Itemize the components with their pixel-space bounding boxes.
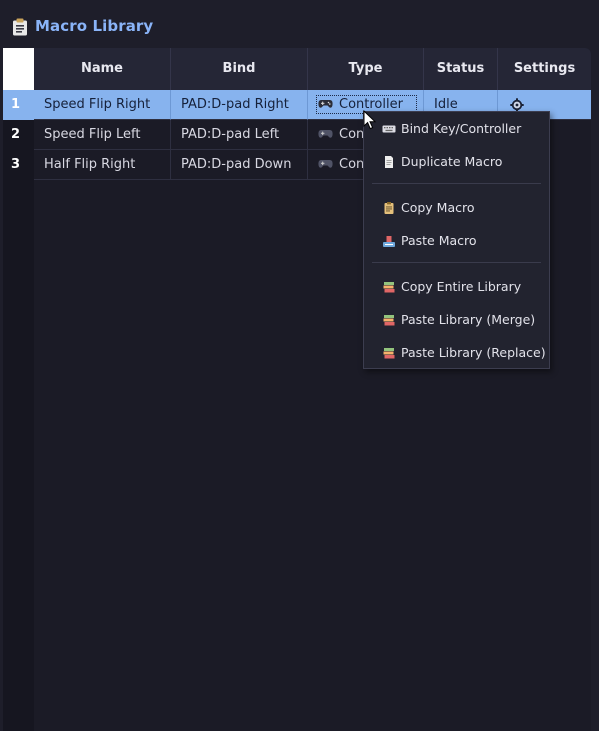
row-number[interactable]: 3 <box>3 150 34 180</box>
column-header-name[interactable]: Name <box>34 48 171 90</box>
header: Macro Library <box>0 0 599 48</box>
column-header-status[interactable]: Status <box>424 48 498 90</box>
menu-item-label: Paste Macro <box>401 233 477 248</box>
table-corner[interactable] <box>3 48 34 90</box>
name-cell[interactable]: Speed Flip Right <box>34 90 171 120</box>
paste-icon <box>383 236 395 247</box>
type-label: Con <box>339 127 365 142</box>
column-header-settings[interactable]: Settings <box>498 48 591 90</box>
menu-item-paste-library-merge[interactable]: Paste Library (Merge) <box>364 306 549 334</box>
menu-item-label: Copy Entire Library <box>401 279 522 294</box>
menu-item-label: Copy Macro <box>401 200 475 215</box>
name-cell[interactable]: Half Flip Right <box>34 150 171 180</box>
menu-item-label: Paste Library (Replace) <box>401 345 546 360</box>
gear-icon[interactable] <box>510 98 524 112</box>
macro-library-window: Macro Library Name Bind Type Status Sett… <box>0 0 599 731</box>
menu-separator <box>372 183 541 184</box>
bind-cell[interactable]: PAD:D-pad Right <box>171 90 308 120</box>
menu-item-label: Bind Key/Controller <box>401 121 522 136</box>
menu-item-copy-entire-library[interactable]: Copy Entire Library <box>364 273 549 301</box>
gamepad-icon <box>318 160 333 168</box>
row-number[interactable]: 1 <box>3 90 34 120</box>
clipboard-icon <box>384 202 394 214</box>
menu-separator <box>372 262 541 263</box>
menu-item-copy-macro[interactable]: Copy Macro <box>364 194 549 222</box>
type-label: Con <box>339 157 365 172</box>
row-number[interactable]: 2 <box>3 120 34 150</box>
books-icon <box>383 315 395 326</box>
table-header: Name Bind Type Status Settings <box>34 48 591 90</box>
menu-item-label: Duplicate Macro <box>401 154 503 169</box>
books-icon <box>383 282 395 293</box>
clipboard-icon <box>13 18 27 36</box>
gamepad-icon <box>318 130 333 138</box>
column-header-type[interactable]: Type <box>308 48 424 90</box>
menu-item-paste-library-replace[interactable]: Paste Library (Replace) <box>364 339 549 367</box>
menu-item-duplicate-macro[interactable]: Duplicate Macro <box>364 148 549 176</box>
page-title: Macro Library <box>35 17 154 35</box>
menu-item-bind-key-controller[interactable]: Bind Key/Controller <box>364 115 549 143</box>
name-cell[interactable]: Speed Flip Left <box>34 120 171 150</box>
books-icon <box>383 348 395 359</box>
bind-cell[interactable]: PAD:D-pad Left <box>171 120 308 150</box>
bind-cell[interactable]: PAD:D-pad Down <box>171 150 308 180</box>
context-menu: Bind Key/Controller Duplicate Macro Copy… <box>363 111 550 369</box>
column-header-bind[interactable]: Bind <box>171 48 308 90</box>
menu-item-paste-macro[interactable]: Paste Macro <box>364 227 549 255</box>
row-number-column <box>3 90 34 731</box>
keyboard-icon <box>382 125 396 133</box>
menu-item-label: Paste Library (Merge) <box>401 312 536 327</box>
mouse-cursor-icon <box>363 110 377 130</box>
document-icon <box>385 156 393 168</box>
